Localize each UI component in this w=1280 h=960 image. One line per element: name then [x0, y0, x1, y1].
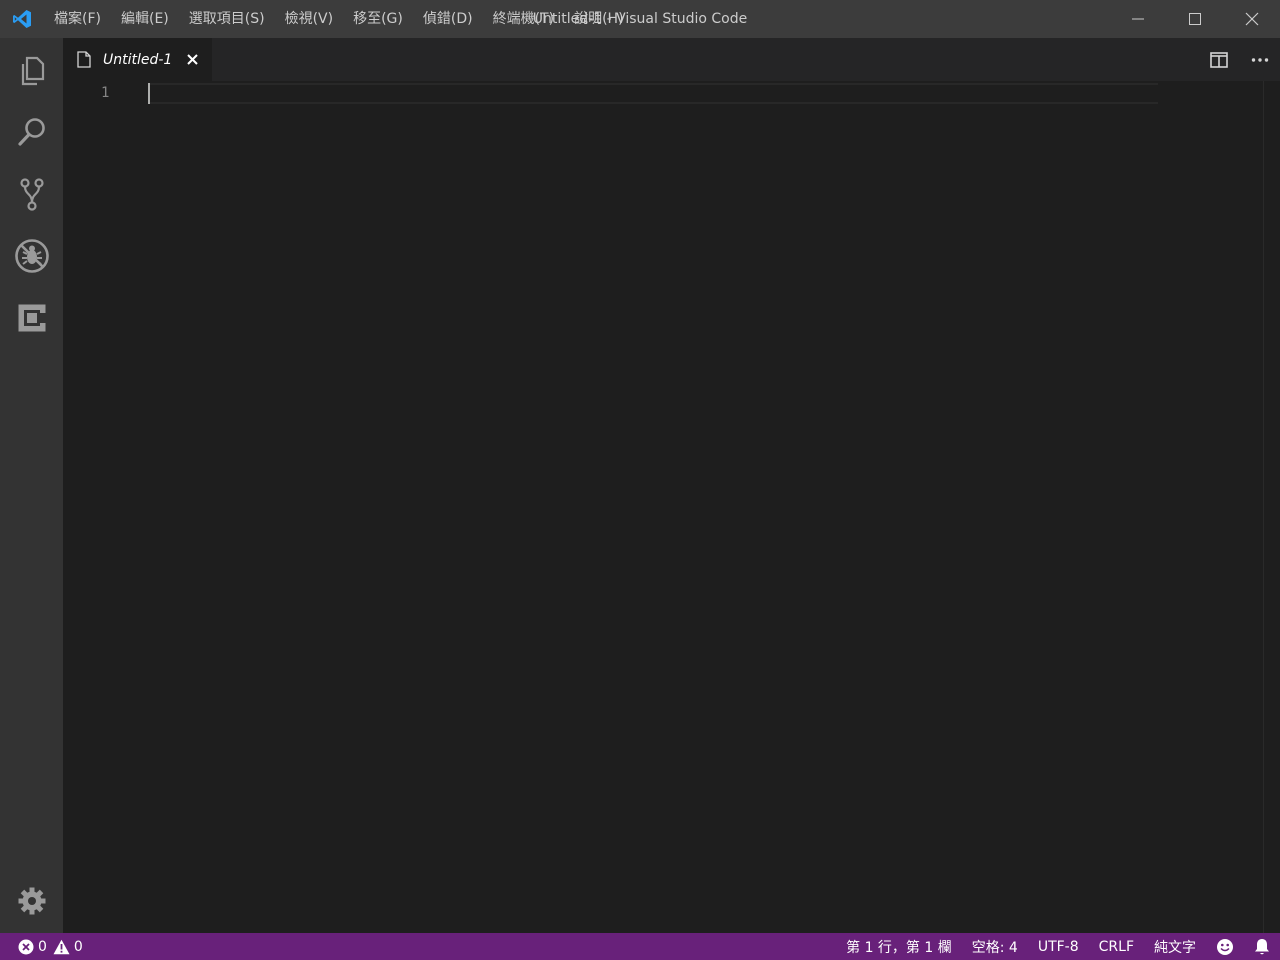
- window-controls: [1109, 0, 1280, 38]
- close-window-button[interactable]: [1223, 0, 1280, 38]
- activity-explorer[interactable]: [0, 40, 63, 102]
- close-icon: [1245, 12, 1258, 26]
- tab-untitled-1[interactable]: Untitled-1: [63, 38, 212, 81]
- more-actions-button[interactable]: [1239, 38, 1280, 81]
- menu-terminal[interactable]: 終端機(T): [483, 0, 564, 38]
- minimize-button[interactable]: [1109, 0, 1166, 38]
- source-control-icon: [19, 178, 44, 211]
- tab-label: Untitled-1: [103, 51, 173, 68]
- menu-selection[interactable]: 選取項目(S): [179, 0, 275, 38]
- status-bar: 0 0 第 1 行，第 1 欄 空格: 4 UTF-8 CRLF 純文字: [0, 933, 1280, 960]
- editor-actions: [1198, 38, 1280, 81]
- split-editor-button[interactable]: [1198, 38, 1239, 81]
- menu-file[interactable]: 檔案(F): [44, 0, 111, 38]
- search-icon: [17, 118, 45, 146]
- minimize-icon: [1131, 18, 1144, 20]
- title-bar: 檔案(F) 編輯(E) 選取項目(S) 檢視(V) 移至(G) 偵錯(D) 終端…: [0, 0, 1280, 38]
- tab-bar: Untitled-1: [63, 38, 1280, 81]
- end-of-line[interactable]: CRLF: [1089, 933, 1144, 960]
- error-count: 0: [38, 938, 47, 955]
- warning-icon: [53, 939, 70, 954]
- vscode-window: 檔案(F) 編輯(E) 選取項目(S) 檢視(V) 移至(G) 偵錯(D) 終端…: [0, 0, 1280, 960]
- indentation[interactable]: 空格: 4: [962, 933, 1028, 960]
- line-number: 1: [101, 85, 110, 101]
- more-actions-icon: [1251, 57, 1268, 62]
- explorer-icon: [21, 56, 44, 86]
- activity-search[interactable]: [0, 101, 63, 163]
- feedback-button[interactable]: [1206, 933, 1244, 960]
- activity-manage[interactable]: [0, 870, 63, 932]
- language-mode[interactable]: 純文字: [1144, 933, 1206, 960]
- vscode-logo-icon: [0, 0, 44, 38]
- menu-bar: 檔案(F) 編輯(E) 選取項目(S) 檢視(V) 移至(G) 偵錯(D) 終端…: [44, 0, 634, 38]
- problems-indicator[interactable]: 0 0: [0, 933, 89, 960]
- notifications-button[interactable]: [1244, 933, 1280, 960]
- warning-count: 0: [73, 938, 83, 955]
- smiley-icon: [1217, 938, 1233, 955]
- current-line-highlight: [148, 83, 1158, 104]
- close-icon: [187, 54, 198, 65]
- cursor-position[interactable]: 第 1 行，第 1 欄: [836, 933, 962, 960]
- text-cursor: [148, 83, 150, 104]
- encoding[interactable]: UTF-8: [1028, 933, 1089, 960]
- editor-area: Untitled-1 1: [63, 38, 1280, 933]
- menu-debug[interactable]: 偵錯(D): [413, 0, 483, 38]
- maximize-icon: [1188, 13, 1201, 25]
- menu-view[interactable]: 檢視(V): [275, 0, 344, 38]
- extensions-icon: [18, 304, 45, 332]
- activity-source-control[interactable]: [0, 163, 63, 225]
- menu-edit[interactable]: 編輯(E): [111, 0, 179, 38]
- tab-close-button[interactable]: [184, 52, 200, 68]
- menu-go[interactable]: 移至(G): [343, 0, 413, 38]
- debug-icon: [14, 239, 49, 273]
- vertical-scrollbar[interactable]: [1263, 81, 1264, 933]
- file-icon: [77, 51, 93, 69]
- maximize-button[interactable]: [1166, 0, 1223, 38]
- activity-extensions[interactable]: [0, 287, 63, 349]
- gear-icon: [18, 887, 45, 915]
- error-icon: [18, 939, 34, 954]
- split-editor-icon: [1209, 51, 1228, 68]
- status-right: 第 1 行，第 1 欄 空格: 4 UTF-8 CRLF 純文字: [836, 933, 1280, 960]
- menu-help[interactable]: 說明(H): [564, 0, 633, 38]
- activity-debug[interactable]: [0, 225, 63, 287]
- bell-icon: [1255, 938, 1269, 954]
- activity-bar: [0, 38, 63, 933]
